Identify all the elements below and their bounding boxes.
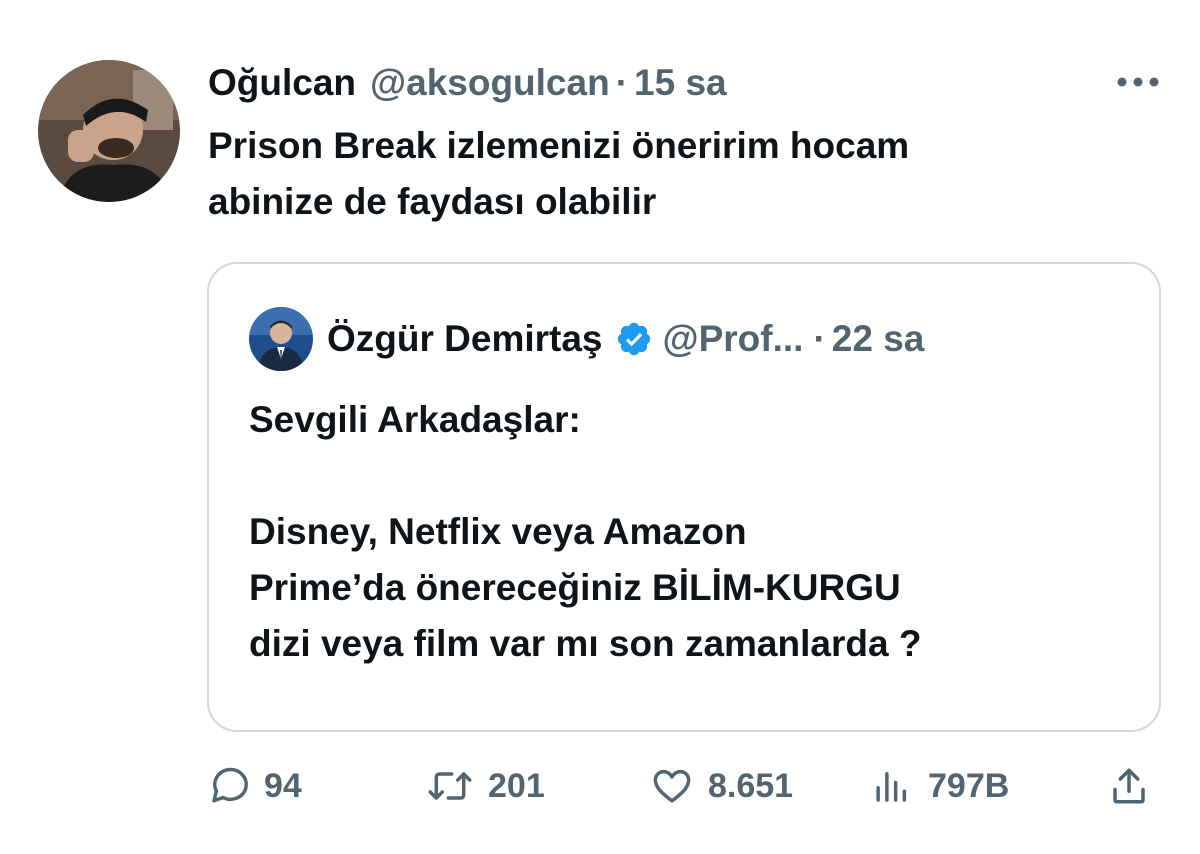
tweet: Oğulcan @aksogulcan · 15 sa Prison Break… (0, 0, 1200, 854)
retweet-icon (428, 772, 472, 800)
reply-icon (212, 767, 248, 803)
verified-badge-icon (617, 322, 650, 356)
more-button[interactable] (1112, 70, 1164, 94)
like-button[interactable]: 8.651 (650, 758, 793, 814)
quote-text-line: Sevgili Arkadaşlar: (249, 399, 581, 440)
action-bar: 94 201 8.651 797B (0, 758, 1200, 814)
quote-header: Özgür Demirtaş @Prof... · 22 sa (327, 312, 924, 366)
more-dots-icon (1117, 77, 1159, 87)
quote-author-name[interactable]: Özgür Demirtaş (327, 312, 603, 366)
like-count: 8.651 (708, 766, 794, 805)
separator-dot: · (813, 318, 826, 359)
author-name[interactable]: Oğulcan (208, 58, 356, 108)
reply-count: 94 (264, 766, 302, 805)
heart-icon (653, 769, 691, 803)
retweet-button[interactable]: 201 (426, 758, 545, 814)
author-avatar[interactable] (38, 60, 180, 202)
quote-author-avatar[interactable] (249, 307, 313, 371)
tweet-text-line: abinize de faydası olabilir (208, 181, 657, 222)
tweet-time[interactable]: 15 sa (634, 58, 727, 108)
views-button[interactable]: 797B (872, 758, 1009, 814)
views-count: 797B (928, 766, 1010, 805)
author-handle[interactable]: @aksogulcan (370, 58, 610, 108)
quote-text-line: dizi veya film var mı son zamanlarda ? (249, 623, 922, 664)
quoted-tweet[interactable]: Özgür Demirtaş @Prof... · 22 sa Sevgili … (207, 262, 1161, 732)
share-icon (1113, 768, 1145, 804)
quote-text-line: Prime’da önereceğiniz BİLİM-KURGU (249, 567, 901, 608)
author-avatar-image (38, 60, 180, 202)
share-button[interactable] (1108, 758, 1150, 814)
tweet-text-line: Prison Break izlemenizi öneririm hocam (208, 125, 910, 166)
quote-time[interactable]: 22 sa (832, 312, 925, 366)
reply-button[interactable]: 94 (208, 758, 302, 814)
quote-avatar-image (249, 307, 313, 371)
quote-text-blank-line (249, 448, 1129, 504)
tweet-text: Prison Break izlemenizi öneririm hocam a… (208, 118, 1168, 230)
retweet-count: 201 (488, 766, 545, 805)
quote-text-line: Disney, Netflix veya Amazon (249, 511, 747, 552)
quote-text: Sevgili Arkadaşlar: Disney, Netflix veya… (249, 392, 1129, 672)
tweet-header: Oğulcan @aksogulcan · 15 sa (208, 58, 727, 108)
views-icon (876, 772, 907, 802)
separator-dot: · (615, 62, 629, 103)
quote-author-handle[interactable]: @Prof... (663, 312, 804, 366)
